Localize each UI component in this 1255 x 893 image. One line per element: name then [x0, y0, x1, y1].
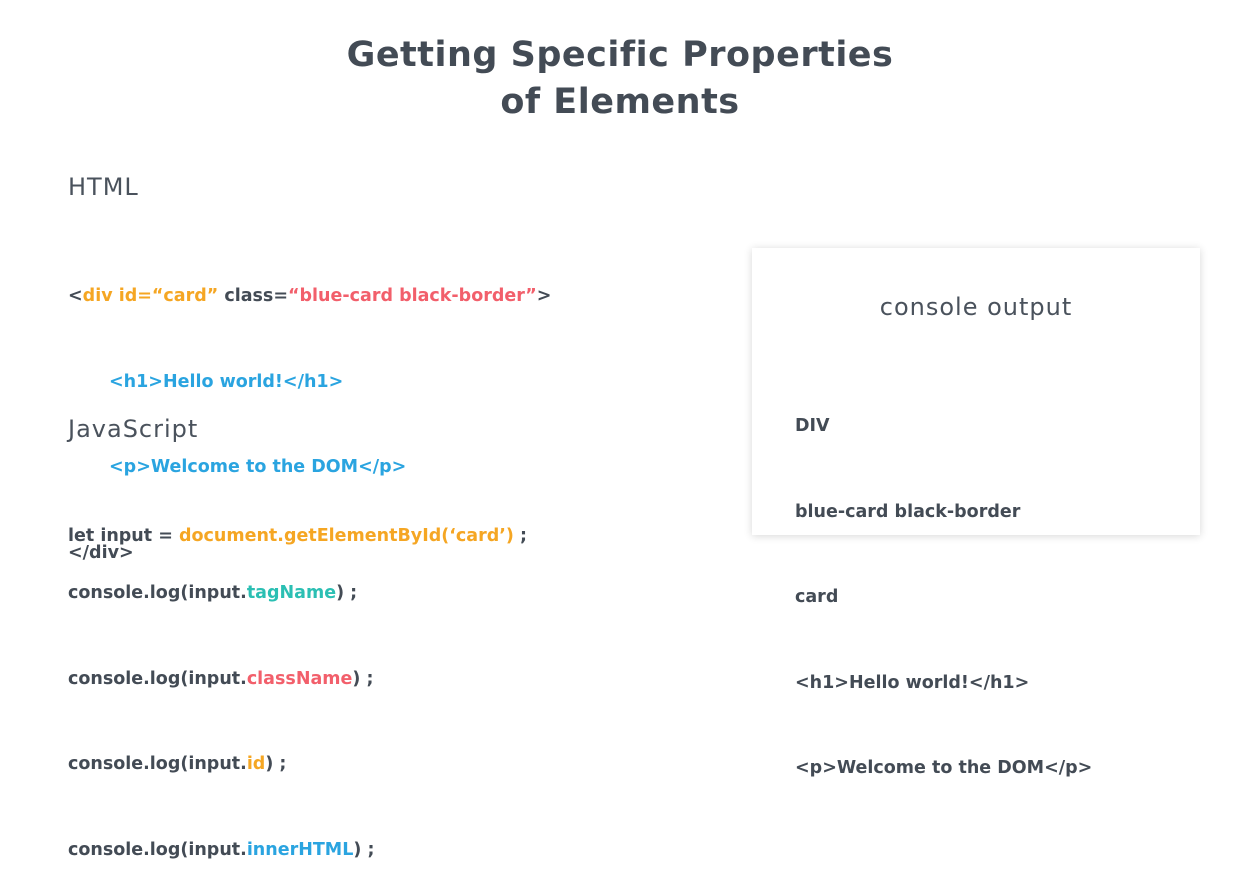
code-token: console.log(input.	[68, 754, 247, 774]
js-log-block: console.log(input.tagName) ; console.log…	[68, 522, 374, 893]
page-title: Getting Specific Properties of Elements	[0, 32, 1240, 126]
js-log-line: console.log(input.id) ;	[68, 750, 374, 779]
code-token: innerHTML	[246, 839, 354, 860]
code-token: ;	[513, 526, 527, 546]
js-log-line: console.log(input.innerHTML) ;	[68, 836, 374, 865]
code-token: id=“card”	[118, 286, 219, 306]
code-token: ) ;	[265, 754, 287, 774]
code-token: ) ;	[336, 583, 358, 603]
console-output-lines: DIV blue-card black-border card <h1>Hell…	[795, 355, 1092, 840]
code-token: div	[82, 286, 113, 306]
code-token: >	[536, 286, 552, 306]
code-token: ) ;	[353, 839, 375, 860]
code-token: class=	[218, 286, 289, 306]
javascript-section-label: JavaScript	[68, 415, 199, 443]
html-code-line: <h1>Hello world!</h1>	[68, 368, 551, 397]
console-output-line: blue-card black-border	[795, 501, 1021, 522]
js-log-line: console.log(input.tagName) ;	[68, 579, 374, 608]
code-token: ) ;	[352, 668, 374, 689]
page-title-line-1: Getting Specific Properties	[346, 35, 894, 75]
console-output-title: console output	[879, 293, 1073, 321]
html-section-label: HTML	[68, 173, 139, 201]
console-output-line: card	[795, 587, 839, 607]
code-token: id	[246, 754, 266, 774]
html-code-line: <div id=“card” class=“blue-card black-bo…	[68, 282, 551, 311]
code-token: <h1>Hello world!</h1>	[109, 371, 344, 392]
code-token: console.log(input.	[68, 668, 247, 689]
code-token: console.log(input.	[68, 583, 247, 603]
console-output-line: <p>Welcome to the DOM</p>	[795, 758, 1093, 778]
code-token: tagName	[246, 583, 337, 603]
console-output-line: <h1>Hello world!</h1>	[795, 672, 1030, 693]
page-title-line-2: of Elements	[500, 82, 740, 122]
code-token: className	[246, 668, 353, 689]
code-token: console.log(input.	[68, 839, 247, 860]
code-token: <	[68, 286, 83, 306]
console-output-card: console output DIV blue-card black-borde…	[752, 248, 1200, 778]
console-output-line: DIV	[795, 416, 830, 436]
js-log-line: console.log(input.className) ;	[68, 665, 374, 694]
code-token: “blue-card black-border”	[288, 286, 537, 306]
